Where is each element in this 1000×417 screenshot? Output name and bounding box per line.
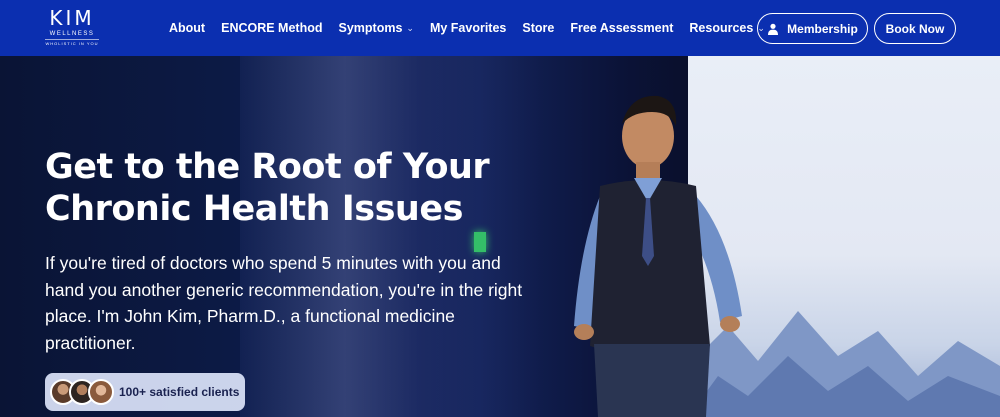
nav-favorites-label: My Favorites <box>429 21 507 35</box>
person-icon <box>768 23 779 35</box>
nav-resources[interactable]: Resources ⌄ <box>689 21 764 35</box>
brand-sub: WELLNESS <box>49 31 95 37</box>
avatar <box>88 379 114 405</box>
nav-free-assessment[interactable]: Free Assessment <box>570 21 673 35</box>
nav-store[interactable]: Store <box>522 21 554 35</box>
nav-symptoms-label: Symptoms <box>338 21 403 35</box>
nav-assessment-label: Free Assessment <box>570 21 674 35</box>
clients-count-label: 100+ satisfied clients <box>119 385 240 399</box>
nav-encore-method[interactable]: ENCORE Method <box>221 21 322 35</box>
membership-label: Membership <box>787 21 858 36</box>
hero-title-line1: Get to the Root of Your <box>45 147 490 187</box>
hero-title-line2: Chronic Health Issues <box>45 189 463 229</box>
nav-about[interactable]: About <box>169 21 205 35</box>
top-navbar: KIM WELLNESS WHOLISTIC IN YOU About ENCO… <box>0 0 1000 56</box>
chevron-down-icon: ⌄ <box>406 22 414 33</box>
exit-sign <box>474 232 486 252</box>
clients-badge: 100+ satisfied clients <box>45 373 245 411</box>
membership-button[interactable]: Membership <box>757 13 868 44</box>
hero-title: Get to the Root of Your Chronic Health I… <box>45 146 505 230</box>
speaker-figure <box>574 95 742 417</box>
brand-tagline: WHOLISTIC IN YOU <box>45 39 99 46</box>
brand-name: KIM <box>49 6 95 30</box>
book-now-button[interactable]: Book Now <box>874 13 956 44</box>
main-nav: About ENCORE Method Symptoms ⌄ My Favorit… <box>169 0 765 56</box>
nav-about-label: About <box>169 21 206 35</box>
nav-symptoms[interactable]: Symptoms ⌄ <box>339 21 414 35</box>
nav-store-label: Store <box>522 21 555 35</box>
brand-logo[interactable]: KIM WELLNESS WHOLISTIC IN YOU <box>41 7 103 49</box>
book-now-label: Book Now <box>885 21 945 36</box>
nav-resources-label: Resources <box>689 21 754 35</box>
nav-my-favorites[interactable]: My Favorites <box>430 21 506 35</box>
hero-section: Get to the Root of Your Chronic Health I… <box>0 56 1000 417</box>
nav-encore-label: ENCORE Method <box>221 21 323 35</box>
stage-curtain <box>240 56 540 417</box>
hero-description: If you're tired of doctors who spend 5 m… <box>45 253 523 353</box>
